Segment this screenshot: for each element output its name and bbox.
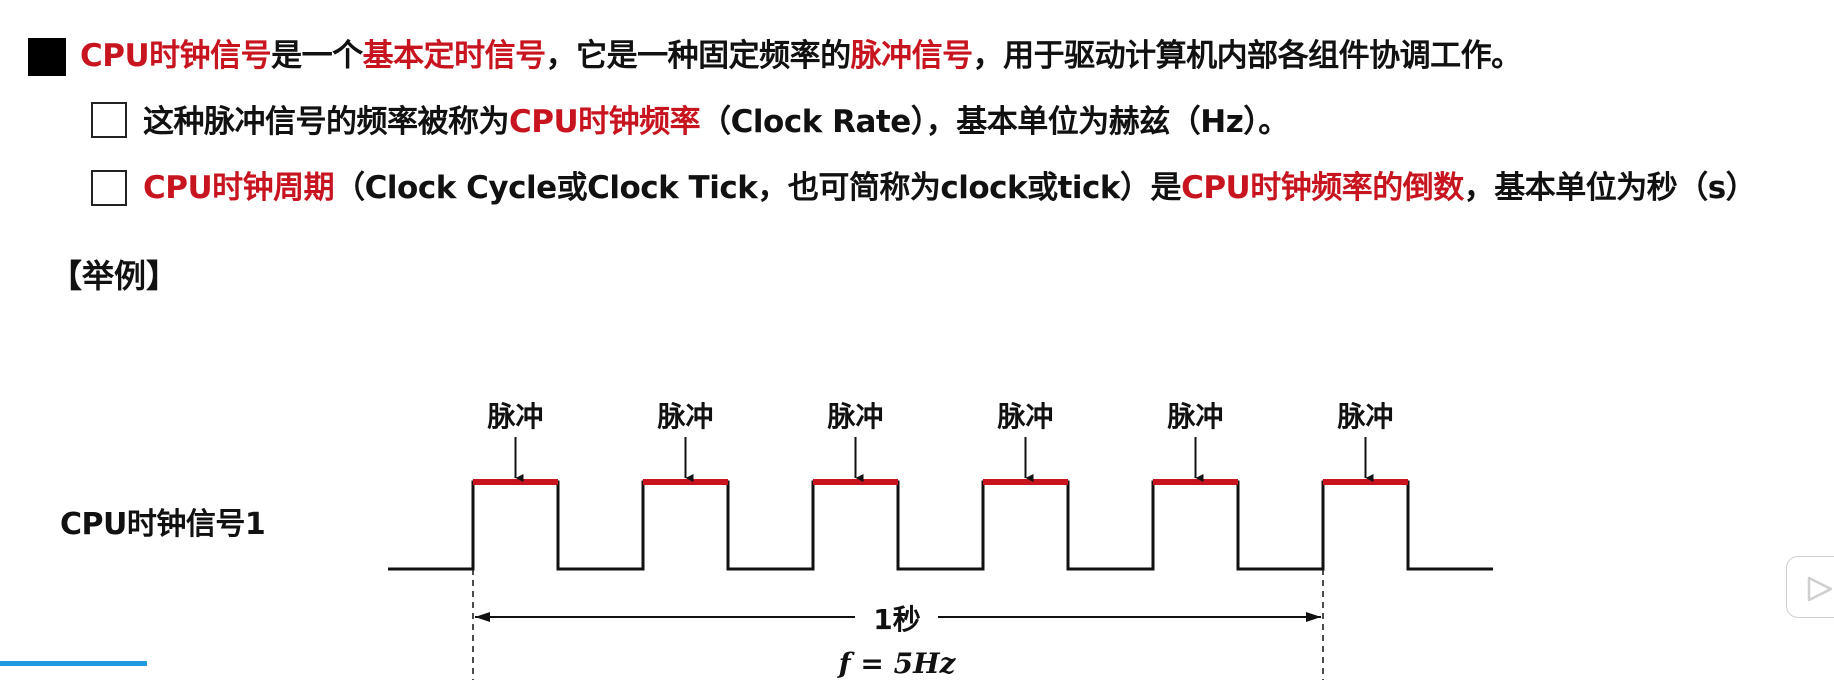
clock-signal-diagram: 脉冲 脉冲 脉冲 脉冲 脉冲 脉冲 1秒 f = 5Hz	[388, 400, 1493, 680]
video-progress-bar[interactable]	[0, 661, 147, 666]
clock-waveform	[388, 480, 1493, 571]
pulse-label: 脉冲	[487, 400, 543, 433]
span-label: 1秒	[873, 603, 920, 636]
pulse-label: 脉冲	[827, 400, 883, 433]
frequency-label: f = 5Hz	[837, 647, 957, 680]
pulse-label: 脉冲	[1337, 400, 1393, 433]
play-icon	[1807, 576, 1833, 602]
play-button[interactable]	[1786, 556, 1834, 618]
pulse-label: 脉冲	[1167, 400, 1223, 433]
pulse-label: 脉冲	[657, 400, 713, 433]
pulse-label: 脉冲	[997, 400, 1053, 433]
